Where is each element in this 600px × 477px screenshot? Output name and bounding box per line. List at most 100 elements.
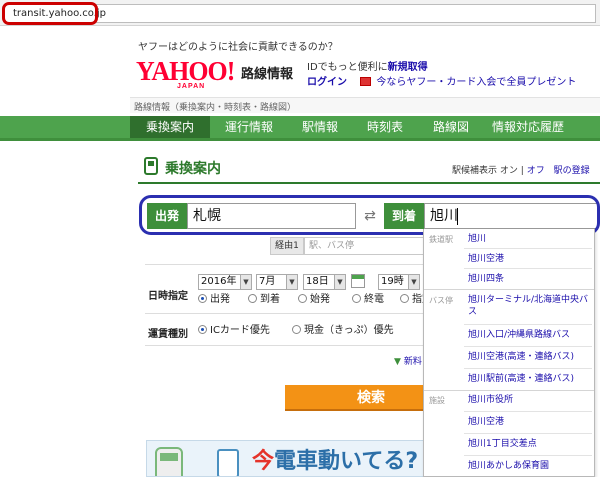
tab-route-map[interactable]: 路線図	[418, 116, 484, 138]
register-link[interactable]: 新規取得	[388, 62, 428, 73]
login-row: ログイン 今ならヤフー・カード入会で全員プレゼント	[307, 73, 576, 88]
via-button[interactable]: 経由1	[270, 237, 304, 255]
chevron-down-icon: ▼	[240, 275, 251, 289]
tab-station-info[interactable]: 駅情報	[288, 116, 352, 138]
phone-icon	[217, 449, 239, 476]
nav-background	[0, 116, 130, 141]
radio-label: 現金（きっぷ）優先	[304, 325, 394, 336]
tab-history[interactable]: 情報対応履歴	[484, 116, 572, 138]
card-promo-link[interactable]: 今ならヤフー・カード入会で全員プレゼント	[376, 77, 576, 88]
radio-first[interactable]: 始発	[298, 294, 330, 306]
divider	[145, 345, 425, 346]
promo-link[interactable]: ヤフーはどのように社会に貢献できるのか？	[138, 38, 338, 53]
option-off-link[interactable]: オフ	[527, 166, 545, 176]
category-label: 施設	[429, 396, 445, 405]
divider	[145, 313, 425, 314]
divider	[424, 390, 594, 391]
breadcrumb: 路線情報（乗換案内・時刻表・路線図）	[134, 103, 297, 113]
id-text: IDでもっと便利に	[307, 62, 388, 73]
year-select[interactable]: 2016年 ▼	[198, 274, 252, 290]
train-icon	[155, 447, 183, 476]
divider	[464, 248, 592, 249]
day-select[interactable]: 18日 ▼	[303, 274, 346, 290]
radio-depart[interactable]: 出発	[198, 294, 230, 306]
tab-transfer[interactable]: 乗換案内	[130, 116, 210, 138]
radio-dot	[198, 294, 207, 303]
tab-service-status[interactable]: 運行情報	[210, 116, 288, 138]
radio-dot	[352, 294, 361, 303]
option-on: オン	[499, 166, 518, 176]
promo-banner[interactable]: 今電車動いてる?	[146, 440, 431, 477]
main-nav: 乗換案内 運行情報 駅情報 時刻表 路線図 情報対応履歴	[130, 116, 600, 141]
service-name: 路線情報	[241, 67, 294, 82]
calendar-icon[interactable]	[351, 274, 365, 288]
fare-label: 運賃種別	[148, 329, 188, 340]
more-options-link[interactable]: ▼ 新料	[394, 354, 422, 367]
logo-sub: JAPAN	[177, 83, 206, 90]
category-label: バス停	[429, 296, 453, 305]
suggestion-item[interactable]: 旭川1丁目交差点	[468, 438, 537, 450]
radio-dot	[248, 294, 257, 303]
section-title: 乗換案内	[165, 161, 221, 177]
divider	[464, 268, 592, 269]
divider	[424, 289, 594, 290]
suggestion-item[interactable]: 旭川四条	[468, 273, 504, 285]
month-select[interactable]: 7月 ▼	[256, 274, 298, 290]
suggestion-item[interactable]: 旭川駅前(高速・連絡バス)	[468, 373, 574, 385]
via-input[interactable]: 駅、バス停	[304, 237, 426, 255]
suggestion-item[interactable]: 旭川空港	[468, 416, 504, 428]
radio-cash[interactable]: 現金（きっぷ）優先	[292, 325, 394, 337]
radio-arrive[interactable]: 到着	[248, 294, 280, 306]
register-station-link[interactable]: 駅の登録	[554, 166, 590, 176]
divider	[464, 346, 592, 347]
category-label: 鉄道駅	[429, 235, 453, 244]
suggestion-item[interactable]: 旭川あかしあ保育園	[468, 460, 549, 472]
radio-dot	[298, 294, 307, 303]
radio-label: 到着	[260, 294, 280, 305]
divider	[464, 433, 592, 434]
banner-text: 今電車動いてる?	[252, 443, 418, 475]
divider	[145, 264, 425, 265]
triangle-down-icon: ▼	[394, 357, 401, 367]
radio-dot	[400, 294, 409, 303]
suggestion-item[interactable]: 旭川入口/沖縄県路線バス	[468, 329, 570, 341]
year-value: 2016年	[201, 276, 237, 287]
radio-ic-card[interactable]: ICカード優先	[198, 325, 270, 337]
radio-last[interactable]: 終電	[352, 294, 384, 306]
divider	[464, 411, 592, 412]
card-icon	[360, 77, 372, 86]
radio-label: ICカード優先	[210, 325, 270, 336]
id-promo: IDでもっと便利に新規取得	[307, 58, 428, 73]
suggestion-dropdown: 鉄道駅 旭川 旭川空港 旭川四条 バス停 旭川ターミナル/北海道中央バス 旭川入…	[423, 229, 595, 477]
radio-dot	[198, 325, 207, 334]
station-suggest-option: 駅候補表示 オン | オフ 駅の登録	[452, 163, 590, 176]
option-label: 駅候補表示	[452, 166, 498, 176]
divider	[464, 368, 592, 369]
chevron-down-icon: ▼	[334, 275, 345, 289]
radio-dot	[292, 325, 301, 334]
yahoo-japan-logo[interactable]: YAHOO! JAPAN	[136, 58, 240, 92]
chevron-down-icon: ▼	[408, 275, 419, 289]
tab-timetable[interactable]: 時刻表	[352, 116, 418, 138]
suggestion-item[interactable]: 旭川空港	[468, 253, 504, 265]
login-link[interactable]: ログイン	[307, 77, 347, 88]
suggestion-item[interactable]: 旭川市役所	[468, 394, 513, 406]
hour-select[interactable]: 19時 ▼	[378, 274, 420, 290]
url-annotation-circle	[2, 2, 98, 25]
suggestion-item[interactable]: 旭川空港(高速・連絡バス)	[468, 351, 574, 363]
radio-label: 出発	[210, 294, 230, 305]
logo-word: YAHOO!	[136, 56, 235, 86]
option-sep: |	[520, 166, 524, 176]
radio-label: 終電	[364, 294, 384, 305]
divider	[464, 455, 592, 456]
more-options-label: 新料	[403, 357, 422, 367]
section-divider	[138, 182, 600, 184]
banner-ima: 今	[252, 449, 275, 474]
hour-value: 19時	[381, 276, 404, 287]
day-value: 18日	[306, 276, 329, 287]
divider	[464, 324, 592, 325]
datetime-label: 日時指定	[148, 291, 188, 302]
suggestion-item[interactable]: 旭川ターミナル/北海道中央バス	[468, 294, 592, 318]
month-value: 7月	[259, 276, 276, 287]
suggestion-item[interactable]: 旭川	[468, 233, 486, 245]
